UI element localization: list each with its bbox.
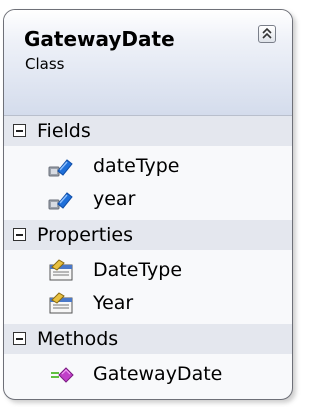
method-label: GatewayDate bbox=[93, 363, 223, 385]
property-item-datetype[interactable]: DateType bbox=[4, 256, 292, 287]
collapse-shape-button[interactable] bbox=[258, 25, 276, 43]
section-methods[interactable]: Methods bbox=[4, 324, 292, 354]
class-name: GatewayDate bbox=[24, 27, 175, 51]
property-icon bbox=[49, 259, 73, 281]
property-icon bbox=[49, 292, 73, 314]
field-label: year bbox=[93, 188, 136, 210]
field-icon bbox=[48, 192, 73, 210]
class-kind: Class bbox=[25, 55, 65, 73]
section-fields[interactable]: Fields bbox=[4, 116, 292, 146]
property-label: DateType bbox=[93, 259, 183, 281]
property-label: Year bbox=[93, 292, 134, 314]
field-item-datetype[interactable]: dateType bbox=[4, 152, 292, 183]
section-properties[interactable]: Properties bbox=[4, 220, 292, 250]
collapse-toggle-icon[interactable] bbox=[13, 228, 26, 241]
section-label: Methods bbox=[37, 328, 119, 350]
method-icon bbox=[51, 367, 74, 383]
class-header: GatewayDate Class bbox=[4, 10, 292, 116]
section-label: Properties bbox=[37, 224, 134, 246]
field-label: dateType bbox=[93, 155, 180, 177]
field-icon bbox=[48, 159, 73, 177]
method-item-gatewaydate[interactable]: GatewayDate bbox=[4, 360, 292, 391]
property-item-year[interactable]: Year bbox=[4, 289, 292, 320]
collapse-toggle-icon[interactable] bbox=[13, 332, 26, 345]
class-shape[interactable]: GatewayDate Class Fields dateType year P… bbox=[3, 9, 293, 400]
double-chevron-up-icon bbox=[262, 27, 272, 39]
collapse-toggle-icon[interactable] bbox=[13, 124, 26, 137]
field-item-year[interactable]: year bbox=[4, 185, 292, 216]
section-label: Fields bbox=[37, 120, 91, 142]
